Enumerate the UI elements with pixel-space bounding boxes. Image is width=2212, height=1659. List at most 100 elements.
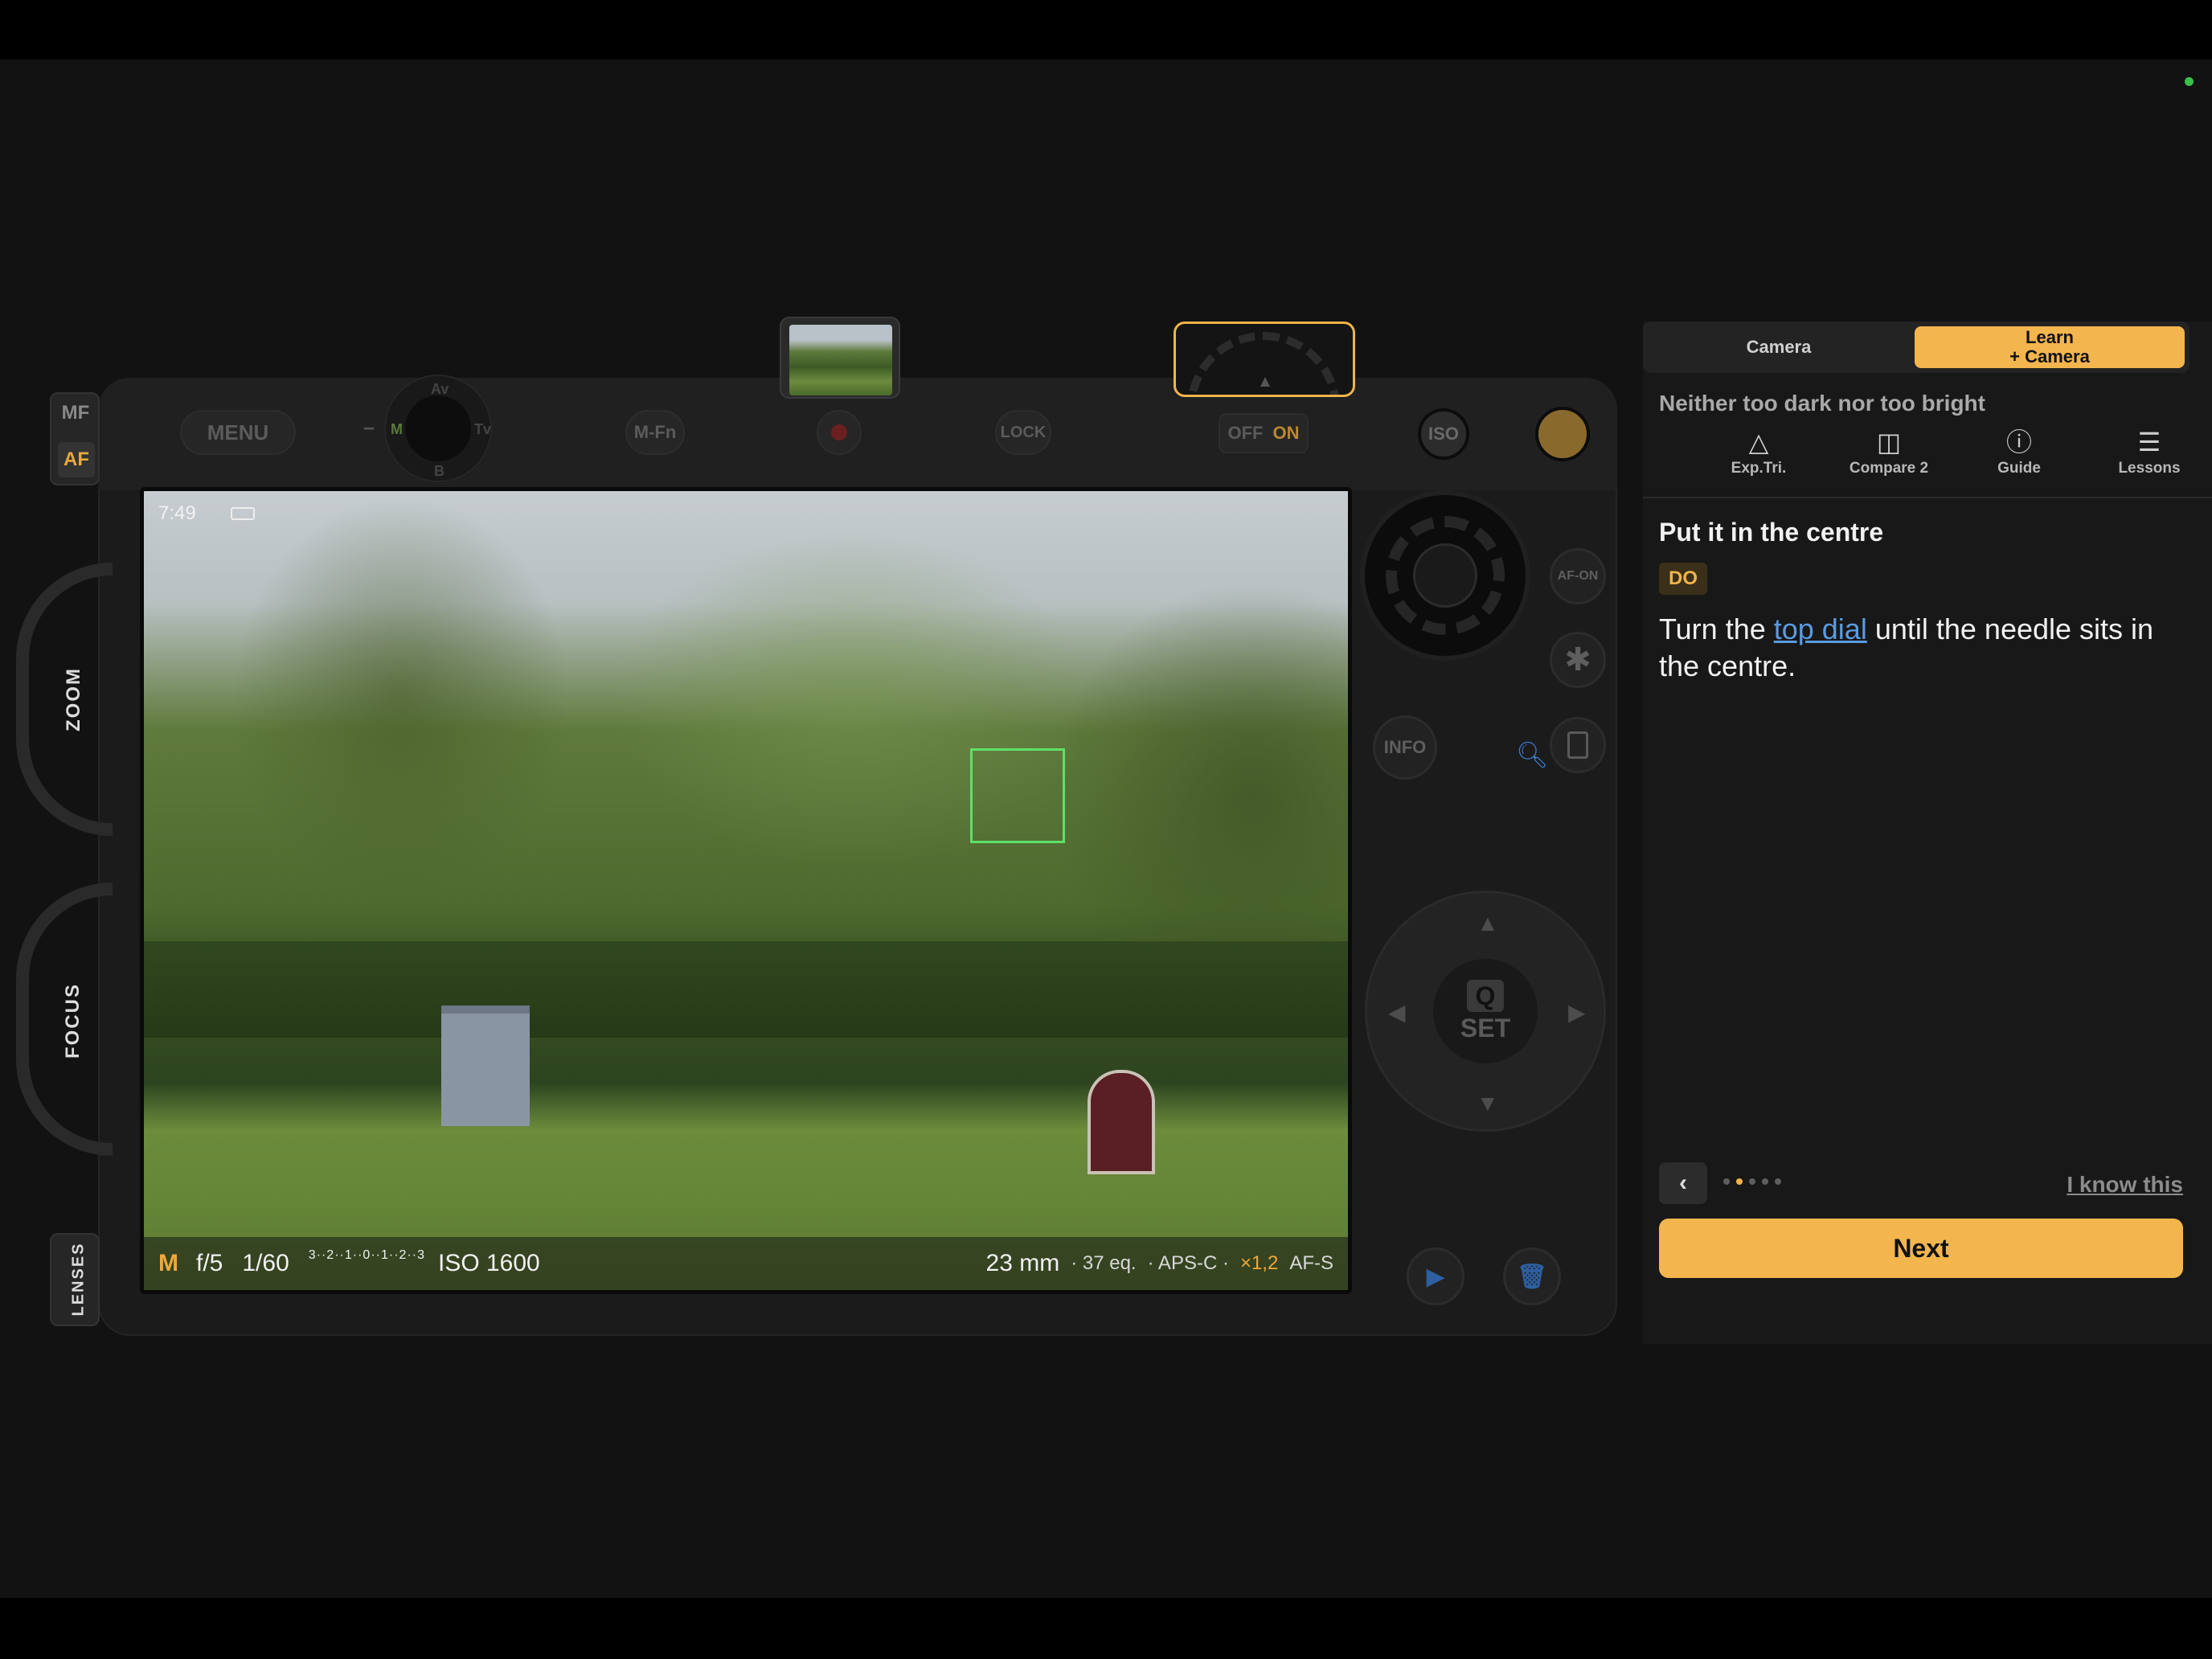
- dpad-down-icon[interactable]: ▼: [1477, 1091, 1499, 1116]
- back-button[interactable]: ‹: [1659, 1162, 1707, 1204]
- lesson-toolbar: △ Exp.Tri. ◫ Compare 2 ⓘ Guide ☰ Lessons: [1643, 426, 2212, 498]
- iso-value: ISO 1600: [437, 1250, 540, 1276]
- mode-minus-label: −: [363, 418, 375, 440]
- power-off-label: OFF: [1227, 423, 1264, 443]
- lenses-label: LENSES: [69, 1242, 88, 1317]
- aperture-value: f/5: [196, 1250, 223, 1276]
- info-button[interactable]: INFO: [1373, 715, 1437, 780]
- focus-point-button[interactable]: [1550, 717, 1606, 773]
- last-photo-thumbnail: [789, 325, 892, 395]
- do-badge: DO: [1659, 563, 1707, 595]
- focus-ring-label: FOCUS: [62, 983, 84, 1059]
- rear-dial-hub: [1413, 543, 1477, 608]
- focal-length: 23 mm: [985, 1250, 1060, 1276]
- lock-button[interactable]: LOCK: [995, 410, 1051, 455]
- mode-av-label: Av: [431, 381, 449, 397]
- lessons-button[interactable]: ☰ Lessons: [2093, 426, 2206, 477]
- shutter-button[interactable]: [1535, 407, 1590, 461]
- top-dial-link[interactable]: top dial: [1774, 612, 1867, 645]
- lesson-progress-dots: [1723, 1178, 1781, 1185]
- af-on-button[interactable]: AF-ON: [1550, 548, 1606, 604]
- m-fn-button[interactable]: M-Fn: [625, 410, 685, 455]
- progress-dot: [1723, 1178, 1730, 1185]
- camera-active-indicator: [2185, 77, 2194, 86]
- progress-dot: [1775, 1178, 1781, 1185]
- directional-pad[interactable]: ▲ ▼ ◀ ▶ Q SET: [1365, 891, 1606, 1132]
- tab-learn-line2: + Camera: [2009, 346, 2090, 367]
- battery-icon: [231, 507, 255, 520]
- tab-learn-line1: Learn: [2026, 327, 2074, 347]
- live-view[interactable]: 7:49 M f/5 1/60 3··2··1··0··1··2··3 ISO …: [140, 487, 1352, 1294]
- play-icon[interactable]: ▶: [1407, 1247, 1464, 1305]
- set-label: SET: [1460, 1013, 1511, 1043]
- power-switch[interactable]: OFF ON: [1219, 413, 1309, 453]
- af-mode: AF-S: [1289, 1252, 1333, 1274]
- exposure-info-bar: M f/5 1/60 3··2··1··0··1··2··3 ISO 1600 …: [144, 1237, 1348, 1290]
- viewfinder-time: 7:49: [158, 502, 196, 524]
- mode-tv-label: Tv: [474, 421, 492, 437]
- power-on-label: ON: [1272, 423, 1300, 443]
- progress-dot: [1762, 1178, 1768, 1185]
- af-point-frame[interactable]: [970, 748, 1065, 843]
- chevron-left-icon: ‹: [1679, 1169, 1687, 1196]
- tab-camera[interactable]: Camera: [1648, 326, 1910, 368]
- zoom-ring-label: ZOOM: [63, 667, 84, 731]
- mode-m-label: M: [391, 421, 403, 437]
- tool-label: Lessons: [2118, 460, 2181, 477]
- dpad-right-icon[interactable]: ▶: [1568, 999, 1586, 1026]
- exposure-meter: 3··2··1··0··1··2··3: [308, 1248, 425, 1262]
- top-dial-highlight[interactable]: [1174, 322, 1355, 397]
- scene-hedge: [144, 941, 1348, 1038]
- sensor-format: · APS-C ·: [1147, 1252, 1229, 1274]
- split-view-icon: ◫: [1876, 428, 1902, 457]
- triangle-icon: △: [1748, 428, 1769, 457]
- lesson-instruction: Turn the top dial until the needle sits …: [1659, 611, 2189, 685]
- shutter-value: 1/60: [242, 1250, 289, 1276]
- rear-command-dial[interactable]: [1360, 490, 1530, 661]
- dial-pointer-icon: [1260, 377, 1270, 387]
- mode-dial-core: [405, 395, 471, 461]
- list-icon: ☰: [2137, 428, 2161, 457]
- scene-door: [1088, 1070, 1155, 1174]
- dpad-left-icon[interactable]: ◀: [1388, 999, 1406, 1026]
- menu-button[interactable]: MENU: [180, 410, 296, 455]
- view-switcher: Camera Learn + Camera: [1643, 322, 2189, 373]
- mode-dial[interactable]: Av M Tv B: [384, 375, 492, 482]
- tab-learn-camera[interactable]: Learn + Camera: [1915, 326, 2185, 368]
- guide-button[interactable]: ⓘ Guide: [1963, 426, 2075, 477]
- lesson-title: Put it in the centre: [1659, 518, 1884, 547]
- exposure-triangle-button[interactable]: △ Exp.Tri.: [1702, 426, 1815, 477]
- progress-dot: [1749, 1178, 1755, 1185]
- learn-panel: Camera Learn + Camera Neither too dark n…: [1643, 322, 2212, 1344]
- mf-option[interactable]: MF: [51, 402, 100, 424]
- lesson-topic: Neither too dark nor too bright: [1659, 391, 1985, 416]
- compare-button[interactable]: ◫ Compare 2: [1833, 426, 1945, 477]
- q-label: Q: [1467, 979, 1504, 1012]
- trash-icon[interactable]: 🗑︎: [1503, 1247, 1561, 1305]
- photo-thumbnail-tab[interactable]: [780, 317, 900, 399]
- crop-factor: ×1,2: [1239, 1252, 1279, 1274]
- lens-info: 23 mm · 37 eq. · APS-C · ×1,2 AF-S: [986, 1250, 1333, 1277]
- af-option[interactable]: AF: [58, 442, 95, 477]
- help-icon: ⓘ: [2005, 428, 2032, 457]
- i-know-this-link[interactable]: I know this: [2067, 1172, 2183, 1198]
- focus-mode-switch[interactable]: MF AF: [50, 392, 100, 485]
- tool-label: Exp.Tri.: [1731, 460, 1787, 477]
- tool-label: Guide: [1997, 460, 2041, 477]
- tool-label: Compare 2: [1849, 460, 1929, 477]
- exposure-mode: M: [158, 1250, 178, 1276]
- search-icon[interactable]: 🔍︎: [1516, 739, 1549, 770]
- mode-b-label: B: [434, 463, 444, 479]
- next-button[interactable]: Next: [1659, 1219, 2183, 1278]
- dpad-up-icon[interactable]: ▲: [1477, 911, 1499, 936]
- q-set-button[interactable]: Q SET: [1433, 959, 1538, 1063]
- progress-dot: [1736, 1178, 1743, 1185]
- record-button[interactable]: [817, 410, 862, 455]
- equivalent-focal: · 37 eq.: [1071, 1252, 1137, 1274]
- iso-button[interactable]: ISO: [1418, 408, 1469, 460]
- ae-lock-button[interactable]: ✱: [1550, 632, 1606, 688]
- top-dial-ring: [1187, 332, 1340, 395]
- focus-point-icon: [1567, 731, 1588, 759]
- scene-shed: [441, 1006, 530, 1126]
- instruction-text: Turn the: [1659, 612, 1774, 645]
